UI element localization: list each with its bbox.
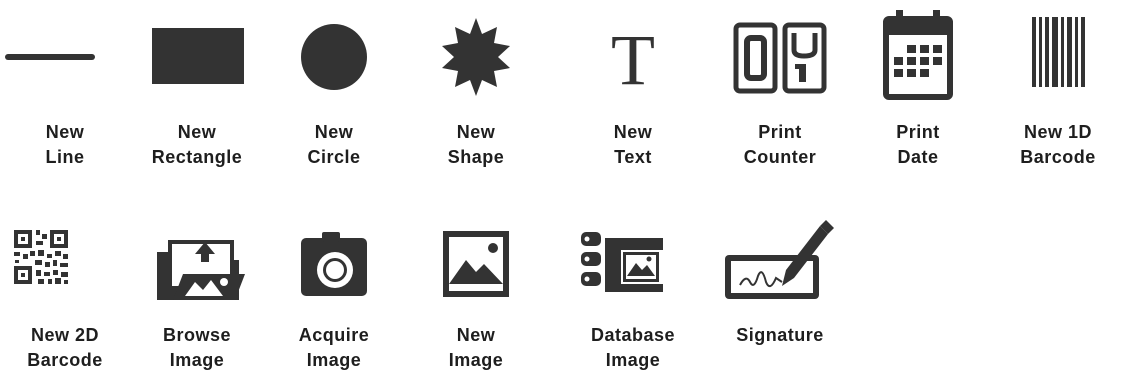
calendar-icon [848,0,988,110]
browse-image-label: Browse Image [162,325,232,370]
database-image-label: Database Image [590,325,676,370]
svg-text:T: T [611,20,655,100]
circle-icon [264,0,404,110]
new-image-label: New Image [448,325,504,370]
picture-icon [406,212,546,322]
signature-icon [710,212,850,322]
signature-label: Signature [736,325,824,345]
new-shape-label: New Shape [447,122,505,167]
print-date-label: Print Date [896,122,940,167]
print-counter-label: Print Counter [743,122,817,167]
new-text-label: New Text [613,122,653,167]
barcode-icon [988,0,1128,110]
qr-code-icon [0,212,135,322]
acquire-image-label: Acquire Image [298,325,370,370]
line-icon [0,0,135,110]
new-line-label: New Line [45,122,85,167]
text-t-icon: T [563,0,703,110]
database-image-icon [563,212,703,322]
new-circle-label: New Circle [307,122,361,167]
browse-image-icon [127,212,267,322]
counter-icon [710,0,850,110]
new-rectangle-label: New Rectangle [151,122,243,167]
camera-icon [264,212,404,322]
rectangle-icon [127,0,267,110]
new-2d-barcode-label: New 2D Barcode [27,325,103,370]
star-shape-icon [406,0,546,110]
new-1d-barcode-label: New 1D Barcode [1020,122,1096,167]
